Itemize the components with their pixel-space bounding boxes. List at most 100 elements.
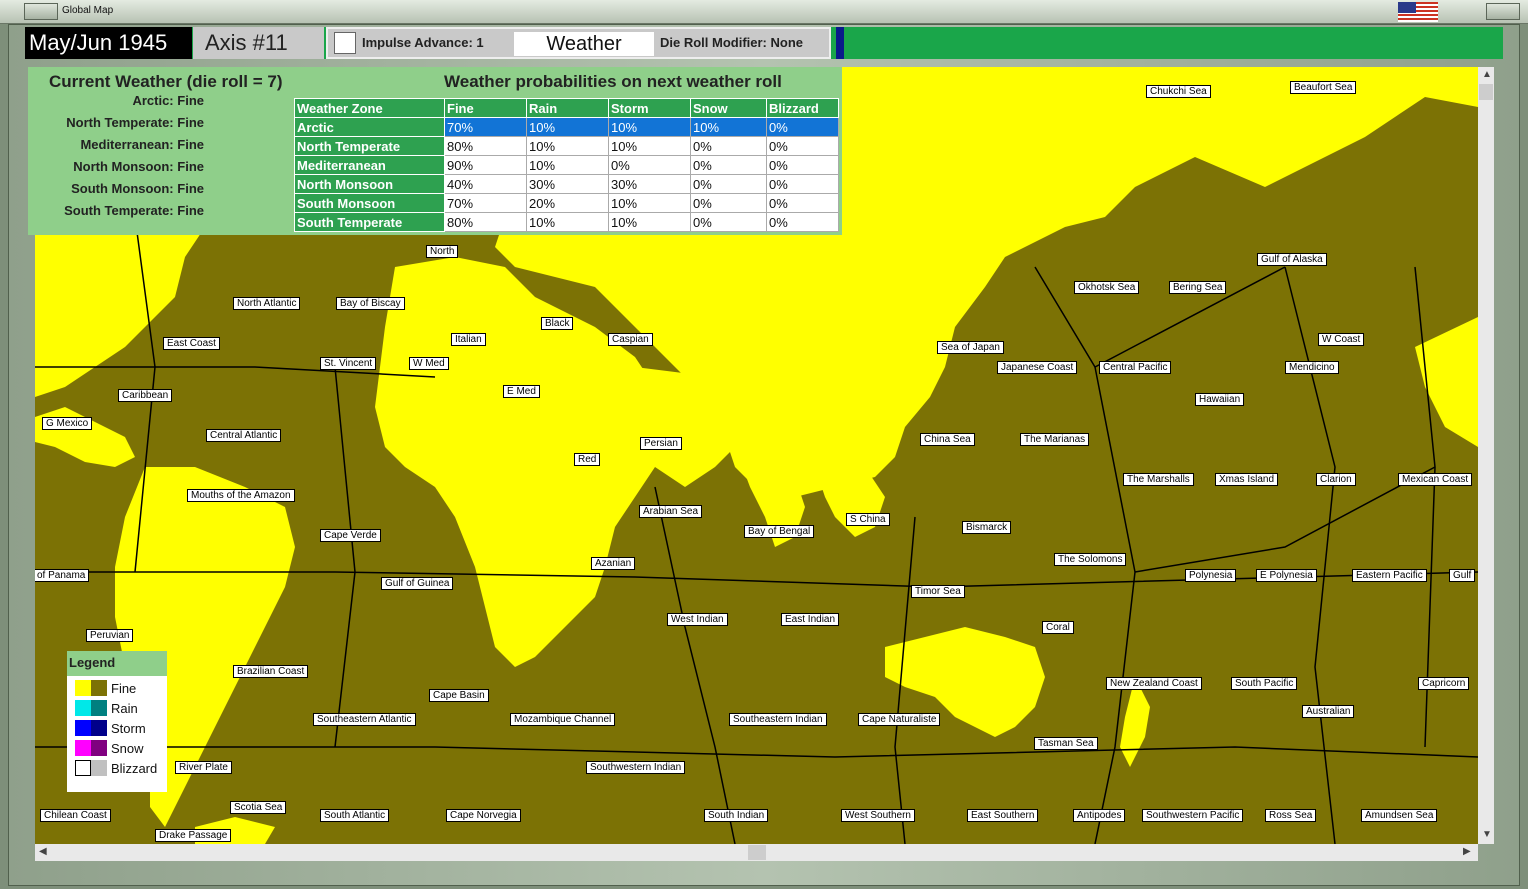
map-label-southwestern-indian[interactable]: Southwestern Indian [586, 761, 686, 774]
map-label-gulf-of-alaska[interactable]: Gulf of Alaska [1257, 253, 1327, 266]
map-label-e-polynesia[interactable]: E Polynesia [1256, 569, 1317, 582]
map-label-xmas-island[interactable]: Xmas Island [1215, 473, 1279, 486]
map-label-okhotsk-sea[interactable]: Okhotsk Sea [1074, 281, 1140, 294]
map-label-beaufort-sea[interactable]: Beaufort Sea [1290, 81, 1357, 94]
map-label-north-atlantic[interactable]: North Atlantic [233, 297, 301, 310]
map-label-chukchi-sea[interactable]: Chukchi Sea [1146, 85, 1211, 98]
map-label-antipodes[interactable]: Antipodes [1073, 809, 1126, 822]
map-label-persian[interactable]: Persian [640, 437, 682, 450]
map-label-mexican-coast[interactable]: Mexican Coast [1398, 473, 1473, 486]
map-label-red[interactable]: Red [574, 453, 601, 466]
map-label-south-atlantic[interactable]: South Atlantic [320, 809, 390, 822]
map-label-mendicino[interactable]: Mendicino [1285, 361, 1339, 374]
map-label-cape-norvegia[interactable]: Cape Norvegia [446, 809, 521, 822]
map-label-chilean-coast[interactable]: Chilean Coast [40, 809, 111, 822]
scroll-up-icon[interactable]: ▲ [1482, 69, 1492, 80]
map-label-west-southern[interactable]: West Southern [841, 809, 915, 822]
map-label-hawaiian[interactable]: Hawaiian [1195, 393, 1245, 406]
map-label-east-coast[interactable]: East Coast [163, 337, 220, 350]
map-label-capricorn[interactable]: Capricorn [1418, 677, 1470, 690]
map-label-mozambique-channel[interactable]: Mozambique Channel [510, 713, 616, 726]
map-label-gulf[interactable]: Gulf [1449, 569, 1476, 582]
scroll-down-icon[interactable]: ▼ [1482, 829, 1492, 840]
map-label-s-china[interactable]: S China [846, 513, 890, 526]
table-row[interactable]: North Monsoon 40% 30% 30% 0% 0% [294, 174, 839, 194]
map-label-new-zealand-coast[interactable]: New Zealand Coast [1106, 677, 1202, 690]
map-label-of-panama[interactable]: of Panama [35, 569, 90, 582]
horizontal-scroll-thumb[interactable] [748, 845, 766, 860]
map-label-azanian[interactable]: Azanian [591, 557, 636, 570]
map-label-river-plate[interactable]: River Plate [175, 761, 232, 774]
map-label-polynesia[interactable]: Polynesia [1185, 569, 1237, 582]
map-label-e-med[interactable]: E Med [503, 385, 540, 398]
map-label-the-marianas[interactable]: The Marianas [1020, 433, 1090, 446]
map-label-mouths-of-the-amazon[interactable]: Mouths of the Amazon [187, 489, 295, 502]
map-label-bay-of-biscay[interactable]: Bay of Biscay [336, 297, 405, 310]
map-label-south-pacific[interactable]: South Pacific [1231, 677, 1298, 690]
map-label-caspian[interactable]: Caspian [608, 333, 653, 346]
map-label-the-solomons[interactable]: The Solomons [1054, 553, 1127, 566]
map-label-clarion[interactable]: Clarion [1316, 473, 1356, 486]
map-label-southeastern-indian[interactable]: Southeastern Indian [729, 713, 827, 726]
map-label-w-med[interactable]: W Med [409, 357, 449, 370]
map-label-australian[interactable]: Australian [1302, 705, 1355, 718]
weather-button[interactable]: Weather [514, 32, 654, 56]
map-label-black[interactable]: Black [541, 317, 574, 330]
map-label-china-sea[interactable]: China Sea [920, 433, 975, 446]
table-row[interactable]: North Temperate 80% 10% 10% 0% 0% [294, 136, 839, 156]
map-label-central-pacific[interactable]: Central Pacific [1099, 361, 1172, 374]
table-row[interactable]: South Temperate 80% 10% 10% 0% 0% [294, 212, 839, 232]
map-label-brazilian-coast[interactable]: Brazilian Coast [233, 665, 309, 678]
map-label-japanese-coast[interactable]: Japanese Coast [997, 361, 1078, 374]
column-header[interactable]: Rain [526, 98, 609, 118]
map-label-scotia-sea[interactable]: Scotia Sea [230, 801, 287, 814]
map-label-timor-sea[interactable]: Timor Sea [911, 585, 965, 598]
map-label-south-indian[interactable]: South Indian [704, 809, 769, 822]
map-label-bering-sea[interactable]: Bering Sea [1169, 281, 1227, 294]
map-label-peruvian[interactable]: Peruvian [86, 629, 134, 642]
map-label-east-indian[interactable]: East Indian [781, 613, 840, 626]
map-label-drake-passage[interactable]: Drake Passage [155, 829, 232, 842]
map-label-ross-sea[interactable]: Ross Sea [1265, 809, 1317, 822]
map-label-the-marshalls[interactable]: The Marshalls [1123, 473, 1194, 486]
table-row[interactable]: Arctic 70% 10% 10% 10% 0% [294, 117, 839, 137]
impulse-checkbox[interactable] [334, 32, 356, 54]
column-header[interactable]: Weather Zone [294, 98, 445, 118]
map-label-coral[interactable]: Coral [1042, 621, 1074, 634]
vertical-scroll-thumb[interactable] [1479, 84, 1493, 100]
map-label-amundsen-sea[interactable]: Amundsen Sea [1361, 809, 1438, 822]
map-label-southeastern-atlantic[interactable]: Southeastern Atlantic [313, 713, 416, 726]
table-row[interactable]: Mediterranean 90% 10% 0% 0% 0% [294, 155, 839, 175]
map-label-central-atlantic[interactable]: Central Atlantic [206, 429, 282, 442]
column-header[interactable]: Snow [690, 98, 767, 118]
system-menu-button[interactable] [24, 3, 58, 20]
map-label-italian[interactable]: Italian [451, 333, 486, 346]
map-label-arabian-sea[interactable]: Arabian Sea [639, 505, 703, 518]
map-label-bay-of-bengal[interactable]: Bay of Bengal [744, 525, 815, 538]
map-label-southwestern-pacific[interactable]: Southwestern Pacific [1142, 809, 1244, 822]
map-label-sea-of-japan[interactable]: Sea of Japan [937, 341, 1004, 354]
column-header[interactable]: Storm [608, 98, 691, 118]
map-label-st-vincent[interactable]: St. Vincent [320, 357, 377, 370]
map-label-g-mexico[interactable]: G Mexico [42, 417, 93, 430]
map-label-eastern-pacific[interactable]: Eastern Pacific [1352, 569, 1427, 582]
vertical-scrollbar[interactable]: ▲ ▼ [1478, 67, 1494, 844]
map-label-west-indian[interactable]: West Indian [667, 613, 728, 626]
table-row[interactable]: South Monsoon 70% 20% 10% 0% 0% [294, 193, 839, 213]
map-label-tasman-sea[interactable]: Tasman Sea [1034, 737, 1098, 750]
column-header[interactable]: Fine [444, 98, 527, 118]
scroll-right-icon[interactable]: ▶ [1463, 846, 1471, 857]
scroll-left-icon[interactable]: ◀ [39, 846, 47, 857]
close-button[interactable] [1486, 3, 1520, 20]
map-label-w-coast[interactable]: W Coast [1318, 333, 1365, 346]
map-label-cape-verde[interactable]: Cape Verde [320, 529, 381, 542]
map-label-cape-basin[interactable]: Cape Basin [429, 689, 489, 702]
horizontal-scrollbar[interactable]: ◀ ▶ [35, 844, 1478, 861]
map-label-north[interactable]: North [426, 245, 459, 258]
column-header[interactable]: Blizzard [766, 98, 839, 118]
map-label-gulf-of-guinea[interactable]: Gulf of Guinea [381, 577, 454, 590]
map-label-cape-naturaliste[interactable]: Cape Naturaliste [858, 713, 941, 726]
map-label-bismarck[interactable]: Bismarck [962, 521, 1012, 534]
map-label-east-southern[interactable]: East Southern [967, 809, 1039, 822]
map-label-caribbean[interactable]: Caribbean [118, 389, 173, 402]
